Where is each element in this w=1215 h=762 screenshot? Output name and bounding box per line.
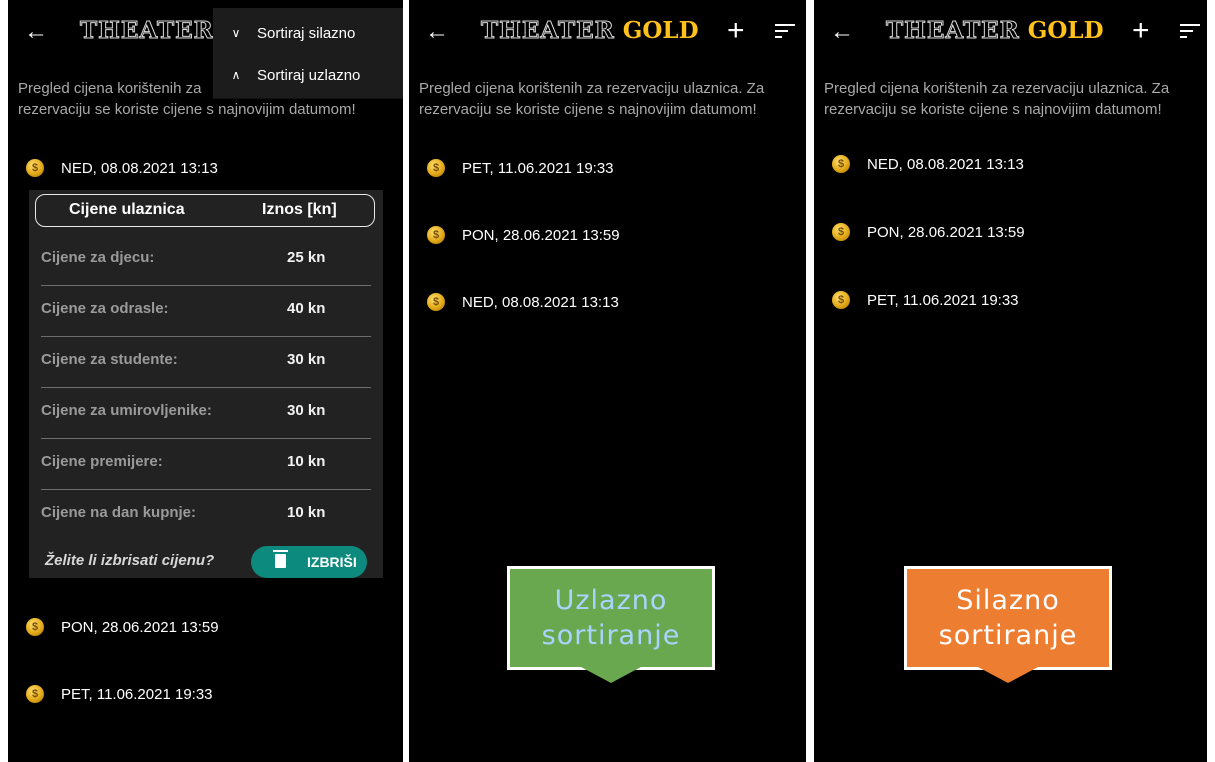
list-item-date: PET, 11.06.2021 19:33 [462, 159, 614, 177]
list-item-date: PON, 28.06.2021 13:59 [462, 226, 620, 244]
callout-pointer [581, 667, 641, 683]
callout-line-1: Silazno [956, 585, 1060, 616]
callout-line-2: sortiranje [541, 620, 681, 651]
descending-sort-callout: Silazno sortiranje [904, 566, 1112, 683]
back-arrow-icon[interactable]: ← [830, 18, 854, 46]
price-list-item[interactable]: $ PON, 28.06.2021 13:59 [832, 218, 1025, 246]
price-row: Cijene za odrasle: 40 kn [41, 286, 371, 337]
coin-icon: $ [427, 293, 445, 311]
menu-item-label: Sortiraj uzlazno [257, 66, 361, 84]
list-item-date: PON, 28.06.2021 13:59 [867, 223, 1025, 241]
price-value: 10 kn [287, 453, 326, 470]
sort-icon[interactable] [1180, 24, 1200, 40]
app-bar: ← THEATER GOLD + [814, 0, 1207, 64]
price-list-item[interactable]: $ NED, 08.08.2021 13:13 [427, 288, 619, 316]
ascending-sort-callout: Uzlazno sortiranje [507, 566, 715, 683]
price-list-item[interactable]: $ NED, 08.08.2021 13:13 [832, 150, 1024, 178]
trash-icon [273, 550, 288, 568]
price-label: Cijene za studente: [41, 351, 178, 368]
price-list-item[interactable]: $ PON, 28.06.2021 13:59 [26, 613, 219, 641]
price-table-header: Cijene ulaznica Iznos [kn] [35, 194, 375, 227]
description-text: Pregled cijena korištenih za rezervaciju… [824, 80, 1170, 118]
chevron-up-icon: ∧ [231, 68, 241, 82]
coin-icon: $ [26, 159, 44, 177]
back-arrow-icon[interactable]: ← [24, 18, 48, 46]
price-list-item[interactable]: $ PET, 11.06.2021 19:33 [427, 154, 614, 182]
list-item-date: NED, 08.08.2021 13:13 [867, 155, 1024, 173]
delete-button[interactable]: IZBRIŠI [251, 546, 367, 578]
coin-icon: $ [427, 159, 445, 177]
list-item-date: NED, 08.08.2021 13:13 [61, 159, 218, 177]
sort-icon[interactable] [775, 24, 795, 40]
list-item-date: PET, 11.06.2021 19:33 [61, 685, 213, 703]
price-label: Cijene za umirovljenike: [41, 402, 212, 419]
sort-dropdown-menu: ∨ Sortiraj silazno ∧ Sortiraj uzlazno [213, 8, 403, 99]
price-row: Cijene premijere: 10 kn [41, 439, 371, 490]
screen-descending-sort: ← THEATER GOLD + Pregled cijena korišteni… [814, 0, 1207, 762]
coin-icon: $ [832, 155, 850, 173]
price-list-item[interactable]: $ PET, 11.06.2021 19:33 [832, 286, 1019, 314]
price-list-item[interactable]: $ NED, 08.08.2021 13:13 [26, 154, 218, 182]
price-value: 25 kn [287, 249, 326, 266]
callout-line-1: Uzlazno [554, 585, 668, 616]
column-header-category: Cijene ulaznica [69, 201, 185, 218]
list-item-date: PON, 28.06.2021 13:59 [61, 618, 219, 636]
price-row: Cijene za djecu: 25 kn [41, 235, 371, 286]
price-label: Cijene na dan kupnje: [41, 504, 197, 521]
price-row: Cijene na dan kupnje: 10 kn [41, 490, 371, 540]
coin-icon: $ [427, 226, 445, 244]
chevron-down-icon: ∨ [231, 26, 241, 40]
screen-expanded-with-sort-menu: ← THEATERGOLD Pregled cijena korištenih … [8, 0, 403, 762]
price-label: Cijene za odrasle: [41, 300, 169, 317]
price-label: Cijene premijere: [41, 453, 163, 470]
callout-pointer [978, 667, 1038, 683]
price-label: Cijene za djecu: [41, 249, 155, 266]
price-row: Cijene za studente: 30 kn [41, 337, 371, 388]
back-arrow-icon[interactable]: ← [425, 18, 449, 46]
description-text: Pregled cijena korištenih za rezervaciju… [419, 80, 765, 118]
coin-icon: $ [26, 618, 44, 636]
price-row: Cijene za umirovljenike: 30 kn [41, 388, 371, 439]
screen-ascending-sort: ← THEATER GOLD + Pregled cijena korišteni… [409, 0, 806, 762]
coin-icon: $ [832, 291, 850, 309]
column-header-amount: Iznos [kn] [262, 201, 337, 218]
price-details-card: Cijene ulaznica Iznos [kn] Cijene za dje… [29, 190, 383, 578]
list-item-date: NED, 08.08.2021 13:13 [462, 293, 619, 311]
app-bar: ← THEATER GOLD + [409, 0, 806, 64]
menu-item-sort-descending[interactable]: ∨ Sortiraj silazno [227, 18, 356, 48]
price-list-item[interactable]: $ PON, 28.06.2021 13:59 [427, 221, 620, 249]
price-value: 30 kn [287, 351, 326, 368]
app-logo: THEATERGOLD [886, 17, 1104, 45]
coin-icon: $ [832, 223, 850, 241]
callout-line-2: sortiranje [938, 620, 1078, 651]
plus-icon[interactable]: + [727, 14, 745, 48]
delete-prompt: Želite li izbrisati cijenu? [45, 552, 215, 569]
price-value: 40 kn [287, 300, 326, 317]
app-logo: THEATERGOLD [481, 17, 699, 45]
coin-icon: $ [26, 685, 44, 703]
plus-icon[interactable]: + [1132, 14, 1150, 48]
menu-item-label: Sortiraj silazno [257, 24, 356, 42]
delete-button-label: IZBRIŠI [307, 554, 357, 570]
price-value: 30 kn [287, 402, 326, 419]
list-item-date: PET, 11.06.2021 19:33 [867, 291, 1019, 309]
price-list-item[interactable]: $ PET, 11.06.2021 19:33 [26, 680, 213, 708]
price-value: 10 kn [287, 504, 326, 521]
menu-item-sort-ascending[interactable]: ∧ Sortiraj uzlazno [227, 60, 361, 90]
